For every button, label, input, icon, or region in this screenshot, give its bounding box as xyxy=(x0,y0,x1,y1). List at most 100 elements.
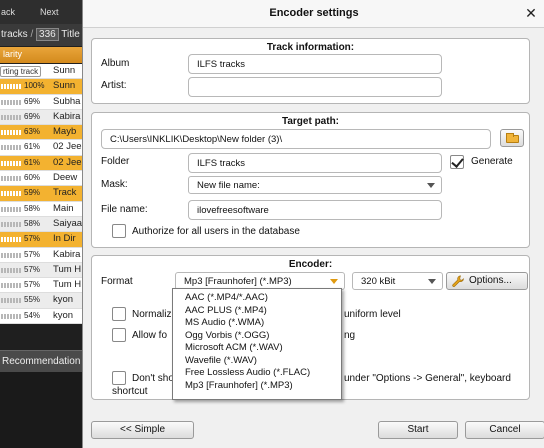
track-row[interactable]: 69% Subha xyxy=(0,94,82,110)
track-row[interactable]: 58% Saiyaa xyxy=(0,216,82,233)
bitrate-select-value: 320 kBit xyxy=(361,276,396,287)
track-row[interactable]: 54% kyon xyxy=(0,308,82,325)
track-title: Saiyaa xyxy=(53,217,82,229)
track-row[interactable]: 61% 02 Jee xyxy=(0,155,82,172)
popularity-value: 100% xyxy=(24,81,45,91)
dont-show-label-right: under "Options -> General", keyboard xyxy=(344,373,511,384)
close-icon[interactable]: ✕ xyxy=(523,5,539,21)
track-row[interactable]: 58% Main xyxy=(0,201,82,217)
artist-field[interactable] xyxy=(188,77,442,97)
normalize-label-left: Normaliz xyxy=(132,309,172,320)
format-option[interactable]: Ogg Vorbis (*.OGG) xyxy=(173,330,341,343)
mask-label: Mask: xyxy=(101,179,128,190)
allow-checkbox[interactable] xyxy=(112,328,126,342)
bitrate-select[interactable]: 320 kBit xyxy=(352,272,443,290)
track-count-badge: 336 xyxy=(36,28,59,41)
track-title: Sunn xyxy=(53,65,76,76)
track-title: In Dir xyxy=(53,233,76,245)
next-button[interactable]: Next xyxy=(40,7,59,17)
popularity-bar xyxy=(1,176,21,182)
dialog-title: Encoder settings xyxy=(269,7,359,19)
normalize-label-right: uniform level xyxy=(344,309,401,320)
background-nav-bar: ack Next xyxy=(0,0,82,24)
track-row[interactable]: 59% Track xyxy=(0,186,82,202)
format-select-value: Mp3 [Fraunhofer] (*.MP3) xyxy=(184,276,292,287)
breadcrumb-tracks[interactable]: tracks xyxy=(1,29,28,40)
popularity-bar xyxy=(1,206,21,212)
popularity-value: 55% xyxy=(24,295,41,305)
popularity-bar xyxy=(1,313,21,319)
format-label: Format xyxy=(101,276,133,287)
popularity-bar xyxy=(1,283,21,289)
background-app: ack Next tracks / 336 Title larity rting… xyxy=(0,0,82,448)
popularity-bar xyxy=(1,160,21,166)
dont-show-label-line2: shortcut xyxy=(112,386,148,397)
popularity-bar xyxy=(1,114,21,120)
format-dropdown-list: AAC (*.MP4/*.AAC) AAC PLUS (*.MP4) MS Audi… xyxy=(172,288,342,400)
track-row[interactable]: 55% kyon xyxy=(0,293,82,309)
track-information-title: Track information: xyxy=(266,42,355,53)
track-row[interactable]: 61% 02 Jee xyxy=(0,140,82,156)
track-row[interactable]: 57% Tum H xyxy=(0,278,82,294)
artist-label: Artist: xyxy=(101,80,127,91)
mask-select-value: New file name: xyxy=(197,180,260,191)
track-row[interactable]: rting track Sunn xyxy=(0,64,82,80)
popularity-value: 61% xyxy=(24,157,41,167)
track-row[interactable]: 57% Tum H xyxy=(0,262,82,279)
track-title: Mayb xyxy=(53,126,77,138)
dont-show-checkbox[interactable] xyxy=(112,371,126,385)
tab-recommendations[interactable]: Recommendation xyxy=(0,350,82,372)
background-footer xyxy=(0,372,82,448)
track-row[interactable]: 57% In Dir xyxy=(0,232,82,248)
track-title: Main xyxy=(53,202,74,214)
track-row[interactable]: 100% Sunn xyxy=(0,79,82,95)
target-path-field[interactable]: C:\Users\INKLIK\Desktop\New folder (3)\ xyxy=(101,129,491,149)
format-option[interactable]: Wavefile (*.WAV) xyxy=(173,355,341,368)
track-title: Subha xyxy=(53,95,81,107)
folder-field[interactable]: ILFS tracks xyxy=(188,153,442,173)
allow-label-right: ng xyxy=(344,330,356,341)
popularity-value: 63% xyxy=(24,127,41,137)
format-option[interactable]: AAC (*.MP4/*.AAC) xyxy=(173,292,341,305)
browse-folder-button[interactable] xyxy=(500,129,524,147)
popularity-value: 57% xyxy=(24,249,41,259)
popularity-value: 59% xyxy=(24,188,41,198)
authorize-checkbox[interactable] xyxy=(112,224,126,238)
track-row[interactable]: 60% Deew xyxy=(0,171,82,187)
popularity-value: 58% xyxy=(24,218,41,228)
track-list: rting track Sunn 100% Sunn 69% Subha 69% Kabira… xyxy=(0,64,82,325)
chevron-down-icon xyxy=(330,279,338,284)
cancel-button[interactable]: Cancel xyxy=(465,421,544,439)
popularity-value: 54% xyxy=(24,310,41,320)
file-name-field[interactable]: ilovefreesoftware xyxy=(188,200,442,220)
normalize-checkbox[interactable] xyxy=(112,307,126,321)
dialog-titlebar: Encoder settings ✕ xyxy=(83,0,544,28)
start-button[interactable]: Start xyxy=(378,421,458,439)
popularity-column-header[interactable]: larity xyxy=(0,47,82,63)
breadcrumb-separator: / xyxy=(27,29,37,40)
popularity-bar xyxy=(1,191,21,197)
mask-select[interactable]: New file name: xyxy=(188,176,442,194)
simple-mode-button[interactable]: << Simple xyxy=(91,421,194,439)
folder-label: Folder xyxy=(101,156,130,167)
breadcrumb: tracks / 336 Title xyxy=(0,24,82,46)
track-title: kyon xyxy=(53,294,74,306)
track-title: Sunn xyxy=(53,80,76,92)
format-option[interactable]: Free Lossless Audio (*.FLAC) xyxy=(173,367,341,380)
popularity-bar xyxy=(1,84,21,90)
popularity-value: 69% xyxy=(24,96,41,106)
format-option[interactable]: Mp3 [Fraunhofer] (*.MP3) xyxy=(173,380,341,393)
format-option[interactable]: Microsoft ACM (*.WAV) xyxy=(173,342,341,355)
track-row[interactable]: 63% Mayb xyxy=(0,125,82,141)
back-button[interactable]: ack xyxy=(1,7,15,17)
track-row[interactable]: 57% Kabira xyxy=(0,247,82,263)
options-button[interactable]: Options... xyxy=(446,272,528,290)
authorize-label: Authorize for all users in the database xyxy=(132,226,300,237)
format-option[interactable]: AAC PLUS (*.MP4) xyxy=(173,305,341,318)
track-title: Deew xyxy=(53,172,78,184)
album-field[interactable]: ILFS tracks xyxy=(188,54,442,74)
format-option[interactable]: MS Audio (*.WMA) xyxy=(173,317,341,330)
options-button-label: Options... xyxy=(469,275,512,286)
generate-checkbox[interactable] xyxy=(450,155,464,169)
track-row[interactable]: 69% Kabira xyxy=(0,109,82,126)
